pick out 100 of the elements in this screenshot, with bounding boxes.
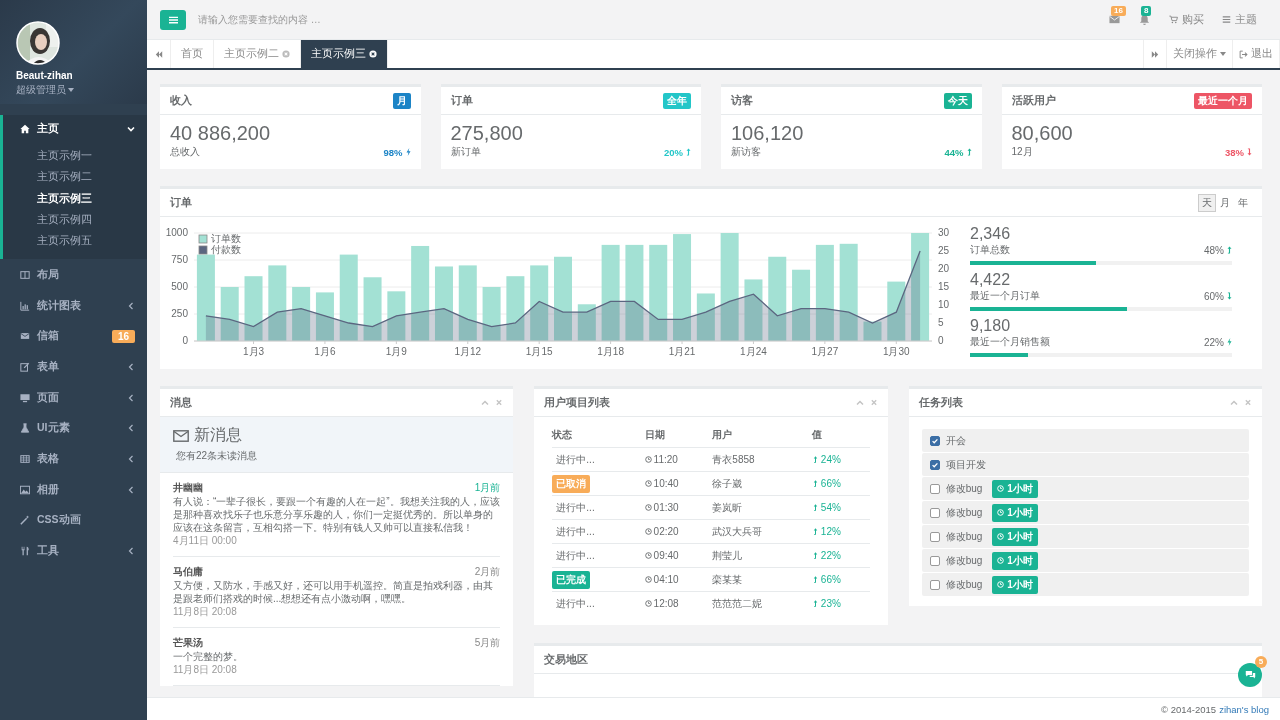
search-field[interactable]: 请输入您需要查找的内容 … (196, 13, 500, 26)
double-left-icon (154, 50, 163, 58)
period-label: 最近一个月 (1194, 92, 1252, 109)
page-tab[interactable]: 主页示例三 (301, 40, 388, 68)
card-title: 用户项目列表 (544, 395, 611, 410)
clock-icon (997, 509, 1005, 516)
double-right-icon (1151, 50, 1159, 58)
stat-caption: 总收入 (170, 145, 200, 159)
submenu-item[interactable]: 主页示例四 (37, 208, 92, 231)
theme-link[interactable]: 主题 (1222, 12, 1257, 27)
change-percent: 38% (1225, 146, 1244, 158)
menu-item[interactable]: 统计图表 (0, 290, 147, 321)
collapse-icon[interactable] (1230, 399, 1238, 406)
axis-label: 20 (938, 263, 950, 274)
buy-link[interactable]: 购买 (1169, 12, 1204, 27)
checkbox[interactable] (929, 507, 940, 518)
blog-link[interactable]: zihan's blog (1219, 703, 1269, 715)
menu-item[interactable]: 页面 (0, 382, 147, 413)
message-text: 一个完整的梦。 (173, 650, 244, 663)
message-date: 4月11日 00:00 (173, 534, 238, 548)
submenu-item[interactable]: 主页示例二 (37, 166, 92, 188)
checkbox[interactable] (929, 483, 940, 494)
submenu-item[interactable]: 主页示例三 (37, 187, 92, 209)
axis-label: 1月12 (454, 346, 482, 357)
role-dropdown[interactable]: 超级管理员 (16, 83, 74, 97)
summary-value: 4,422 (970, 271, 1012, 289)
chart-bar (696, 293, 715, 341)
wand-icon (20, 515, 30, 526)
task-label: 开会 (945, 433, 966, 448)
submenu-item[interactable]: 主页示例一 (37, 145, 92, 167)
bolt-icon (405, 148, 411, 156)
checkbox[interactable] (929, 459, 940, 470)
stat-value: 275,800 (450, 121, 524, 145)
chevron-left-icon (127, 393, 135, 402)
change-percent: 20% (664, 146, 683, 158)
task-label: 修改bug (945, 505, 983, 520)
duration-text: 1小时 (1007, 577, 1033, 592)
close-icon[interactable] (369, 50, 377, 58)
column-header: 值 (811, 423, 870, 448)
summary-label: 最近一个月销售额 (970, 335, 1050, 349)
card-title: 订单 (170, 195, 192, 210)
message-age: 1月前 (474, 481, 501, 495)
clock-icon (644, 480, 652, 487)
arrow-down-icon (1227, 292, 1232, 300)
collapse-icon[interactable] (855, 399, 864, 406)
table-cell: 武汉大兵哥 (712, 519, 812, 544)
checkbox[interactable] (929, 555, 940, 566)
task-label: 修改bug (945, 577, 983, 592)
chevron-left-icon (127, 547, 135, 555)
axis-label: 0 (938, 335, 944, 346)
page-tab[interactable]: 首页 (171, 40, 214, 68)
period-label: 月 (392, 92, 411, 109)
bar-chart-icon (20, 300, 30, 311)
checkbox[interactable] (929, 579, 940, 590)
menu-item[interactable]: 表格 (0, 443, 147, 475)
stat-value: 40 886,200 (170, 121, 272, 145)
scroll-right-button[interactable] (1143, 40, 1167, 68)
card-title: 收入 (170, 93, 192, 108)
legend-swatch (198, 234, 208, 244)
status-label: 已完成 (552, 570, 591, 589)
message-age: 5月前 (474, 636, 501, 650)
checkbox[interactable] (929, 435, 940, 446)
chevron-left-icon (127, 485, 135, 494)
summary-value: 9,180 (970, 317, 1012, 335)
clock-icon (644, 552, 652, 559)
envelope-icon[interactable] (1109, 13, 1120, 25)
chart-bar (315, 292, 334, 341)
menu-item[interactable]: UI元素 (0, 412, 147, 444)
menu-item[interactable]: 信箱 16 (0, 320, 147, 352)
axis-label: 1月21 (668, 346, 696, 357)
menu-item[interactable]: 布局 (0, 259, 147, 291)
summary-percent: 60% (1204, 290, 1224, 302)
clock-icon (997, 581, 1005, 588)
user-name: Beaut-zihan (16, 70, 73, 81)
axis-label: 1月18 (597, 346, 624, 357)
range-button[interactable]: 天 (1198, 193, 1216, 212)
chevron-left-icon (127, 362, 135, 371)
menu-item[interactable]: 表单 (0, 351, 147, 383)
arrow-up-icon (811, 576, 819, 583)
axis-label: 1月15 (525, 346, 553, 357)
menu-item[interactable]: 主页 (0, 115, 147, 143)
stat-value: 80,600 (1011, 121, 1074, 145)
caret-icon (1220, 52, 1226, 56)
layout-icon (20, 269, 30, 280)
period-label: 今天 (943, 92, 972, 109)
cart-icon (1169, 15, 1178, 24)
menu-item[interactable]: 相册 (0, 474, 147, 505)
card-title: 交易地区 (544, 652, 589, 667)
column-header: 用户 (712, 423, 812, 448)
submenu-item[interactable]: 主页示例五 (37, 230, 92, 252)
arrow-down-icon (1247, 148, 1252, 156)
checkbox[interactable] (929, 531, 940, 542)
time-text: 12:08 (653, 598, 679, 609)
collapse-icon[interactable] (481, 399, 490, 406)
column-header: 日期 (644, 423, 713, 448)
menu-button[interactable] (160, 9, 186, 30)
bell-icon[interactable] (1139, 13, 1150, 25)
value-text: 54% (820, 502, 841, 513)
menu-item[interactable]: 工具 (0, 535, 147, 567)
menu-item[interactable]: CSS动画 (0, 505, 147, 536)
